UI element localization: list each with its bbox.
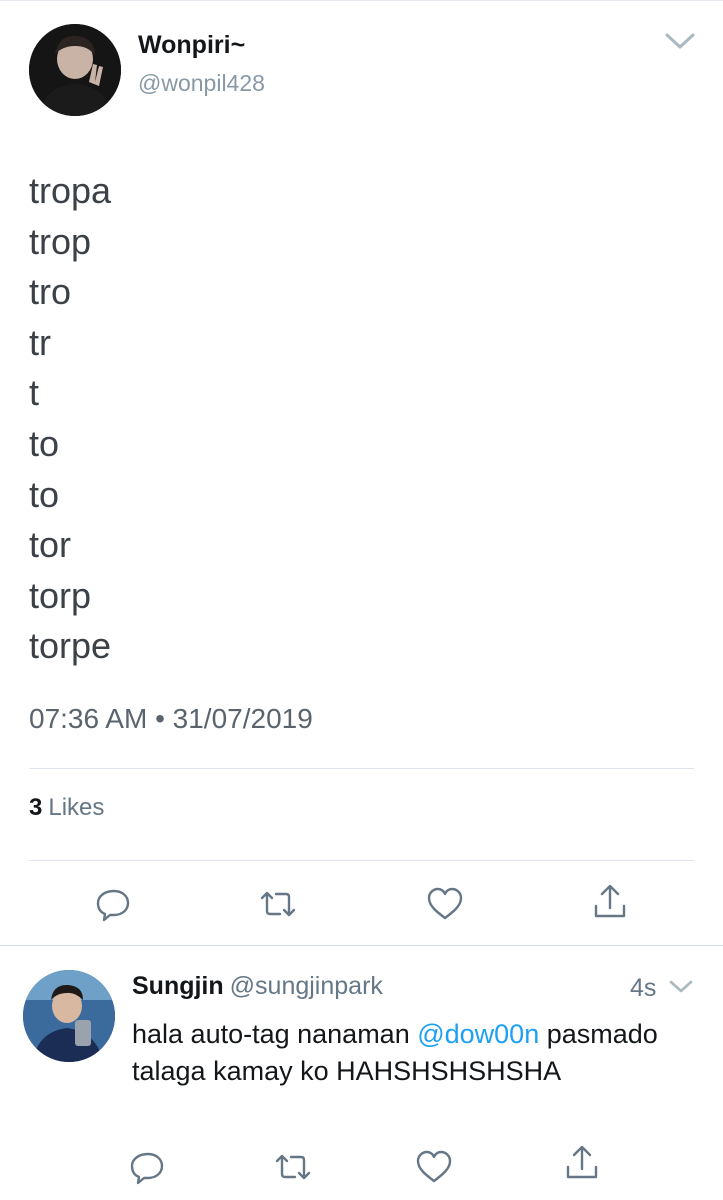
reply-icon[interactable]: [128, 1147, 168, 1187]
retweet-icon[interactable]: [273, 1147, 313, 1187]
avatar-photo: [23, 970, 115, 1062]
share-icon[interactable]: [562, 1143, 602, 1183]
tweet-timestamp[interactable]: 07:36 AM • 31/07/2019: [29, 703, 313, 735]
reply-display-name: Sungjin: [132, 972, 224, 1000]
tweet-text-line: trop: [29, 220, 92, 262]
tweet-text-line: torp: [29, 574, 92, 616]
tweet-text-line: to: [29, 473, 60, 515]
chevron-down-icon[interactable]: [664, 30, 696, 52]
divider: [29, 768, 694, 769]
section-divider: [0, 945, 723, 946]
tweet-text: tropa trop tro tr t to to tor torp torpe: [29, 166, 111, 672]
like-icon[interactable]: [425, 884, 465, 924]
tweet-text-line: tro: [29, 271, 72, 313]
retweet-icon[interactable]: [258, 884, 298, 924]
tweet-text-line: to: [29, 422, 60, 464]
top-divider: [0, 0, 723, 1]
reply-author[interactable]: Sungjin @sungjinpark: [132, 972, 383, 1001]
reply-author-avatar[interactable]: [23, 970, 115, 1062]
divider: [29, 860, 694, 861]
tweet-text-line: t: [29, 372, 40, 414]
tweet-text-line: torpe: [29, 625, 112, 667]
chevron-down-icon[interactable]: [668, 977, 694, 997]
likes-label: Likes: [48, 794, 105, 821]
likes-count: 3: [29, 794, 43, 821]
mention-link[interactable]: @dow00n: [417, 1019, 539, 1049]
reply-time: 4s: [630, 974, 657, 1002]
author-avatar[interactable]: [29, 24, 121, 116]
avatar-photo: [29, 24, 121, 116]
tweet-text-line: tor: [29, 524, 72, 566]
author-handle[interactable]: @wonpil428: [138, 70, 265, 97]
reply-text: hala auto-tag nanaman @dow00n pasmado ta…: [132, 1016, 702, 1089]
reply-text-part: hala auto-tag nanaman: [132, 1019, 418, 1049]
reply-handle: @sungjinpark: [229, 972, 383, 1000]
likes-stat[interactable]: 3 Likes: [29, 794, 104, 822]
like-icon[interactable]: [414, 1147, 454, 1187]
share-icon[interactable]: [590, 882, 630, 922]
tweet-text-line: tropa: [29, 170, 112, 211]
author-display-name[interactable]: Wonpiri~: [138, 31, 245, 60]
reply-icon[interactable]: [94, 884, 134, 924]
tweet-text-line: tr: [29, 321, 51, 363]
